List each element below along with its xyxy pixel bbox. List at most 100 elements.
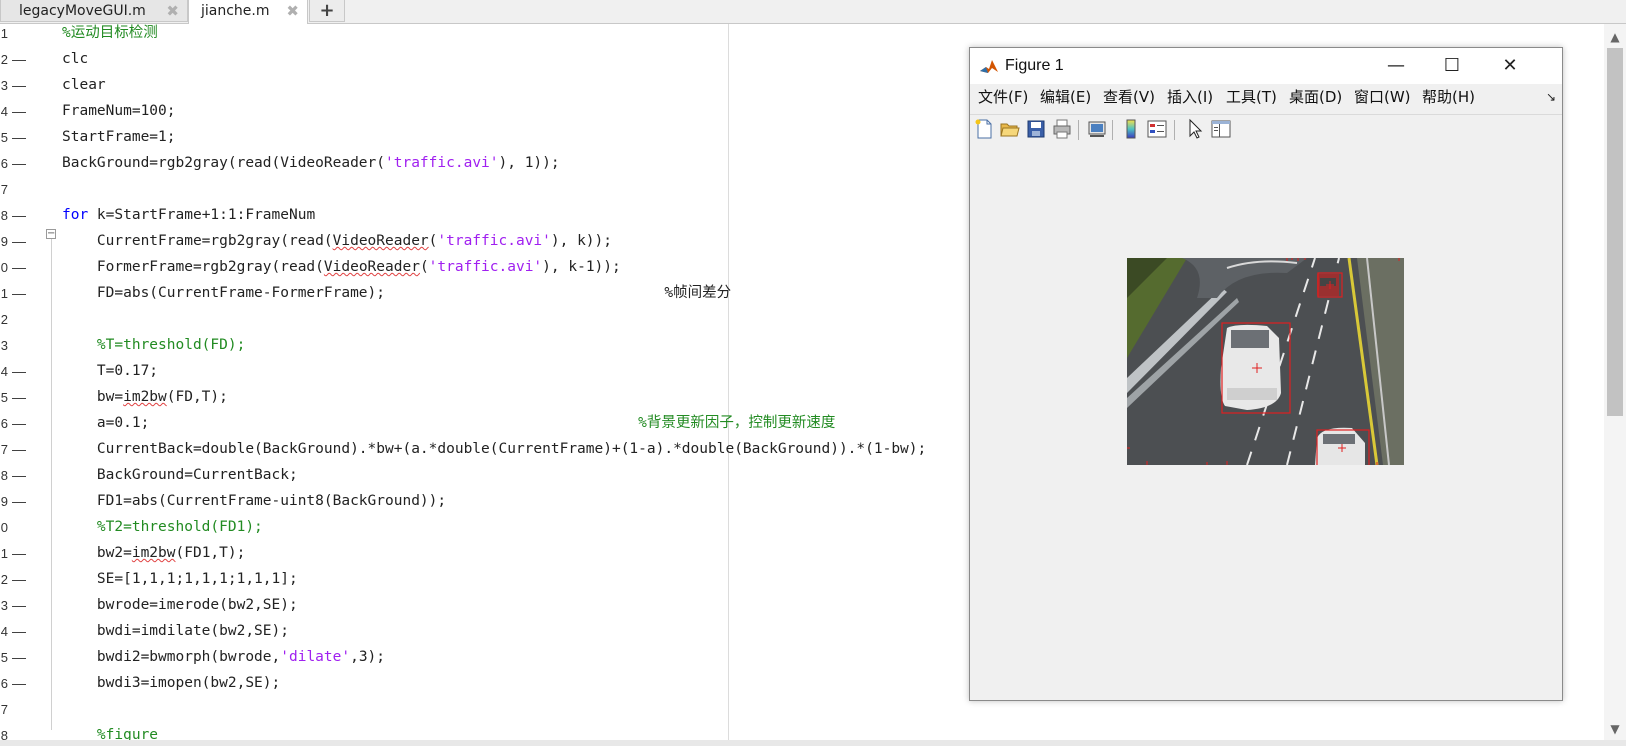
menu-edit[interactable]: 编辑(E) xyxy=(1040,84,1091,110)
figure-axes-area[interactable] xyxy=(970,145,1562,700)
code-line[interactable]: 3 — clear xyxy=(0,73,1000,98)
code-token: CurrentFrame=rgb2gray(read( xyxy=(62,233,333,249)
legend-icon[interactable] xyxy=(1146,118,1168,140)
code-line[interactable]: 0 — FormerFrame=rgb2gray(read(VideoReader… xyxy=(0,255,1000,280)
code-line[interactable]: 7 — CurrentBack=double(BackGround).*bw+(a… xyxy=(0,437,1000,462)
code-line[interactable]: 5 — bwdi2=bwmorph(bwrode,'dilate',3); xyxy=(0,645,1000,670)
breakpoint-marker[interactable]: — xyxy=(12,73,26,98)
code-token: 'traffic.avi' xyxy=(437,233,551,249)
minimize-button[interactable]: — xyxy=(1368,48,1424,84)
code-line[interactable]: 8 — for k=StartFrame+1:1:FrameNum xyxy=(0,203,1000,228)
link-plot-icon[interactable] xyxy=(1086,118,1108,140)
code-line[interactable]: 9 — FD1=abs(CurrentFrame-uint8(BackGround… xyxy=(0,489,1000,514)
code-text: %T=threshold(FD); xyxy=(62,333,245,358)
save-icon[interactable] xyxy=(1025,118,1047,140)
menu-overflow-icon[interactable]: ↘ xyxy=(1546,84,1556,110)
menu-file[interactable]: 文件(F) xyxy=(978,84,1028,110)
breakpoint-marker[interactable]: — xyxy=(12,645,26,670)
print-icon[interactable] xyxy=(1051,118,1073,140)
code-line[interactable]: 3 %T=threshold(FD); xyxy=(0,333,1000,358)
menu-insert[interactable]: 插入(I) xyxy=(1167,84,1213,110)
code-line[interactable]: 7 xyxy=(0,697,1000,722)
open-icon[interactable] xyxy=(999,118,1021,140)
menu-tools[interactable]: 工具(T) xyxy=(1226,84,1277,110)
code-token: FD1=abs(CurrentFrame-uint8(BackGround)); xyxy=(62,493,447,509)
breakpoint-marker[interactable]: — xyxy=(12,671,26,696)
code-token: bw2= xyxy=(62,545,132,561)
code-token: %T=threshold(FD); xyxy=(62,337,246,353)
code-token: (FD,T); xyxy=(166,389,228,405)
code-line[interactable]: 3 — bwrode=imerode(bw2,SE); xyxy=(0,593,1000,618)
scroll-thumb[interactable] xyxy=(1607,48,1623,416)
code-line[interactable]: 4 — bwdi=imdilate(bw2,SE); xyxy=(0,619,1000,644)
code-token: BackGround=CurrentBack; xyxy=(62,467,298,483)
code-line[interactable]: 9 — CurrentFrame=rgb2gray(read(VideoReade… xyxy=(0,229,1000,254)
breakpoint-marker[interactable]: — xyxy=(12,567,26,592)
breakpoint-marker[interactable]: — xyxy=(12,411,26,436)
scroll-down-icon[interactable]: ▼ xyxy=(1604,720,1626,738)
breakpoint-marker[interactable]: — xyxy=(12,463,26,488)
code-text: a=0.1; %背景更新因子，控制更新速度 xyxy=(62,411,836,436)
code-line[interactable]: 2 — SE=[1,1,1;1,1,1;1,1,1]; xyxy=(0,567,1000,592)
code-line[interactable]: 2 xyxy=(0,307,1000,332)
code-line[interactable]: 5 — StartFrame=1; xyxy=(0,125,1000,150)
breakpoint-marker[interactable]: — xyxy=(12,255,26,280)
code-line[interactable]: 1 — bw2=im2bw(FD1,T); xyxy=(0,541,1000,566)
code-line[interactable]: 7 xyxy=(0,177,1000,202)
select-pointer-icon[interactable] xyxy=(1184,118,1206,140)
code-line[interactable]: 6 — bwdi3=imopen(bw2,SE); xyxy=(0,671,1000,696)
breakpoint-marker[interactable]: — xyxy=(12,125,26,150)
code-line[interactable]: 4 — FrameNum=100; xyxy=(0,99,1000,124)
breakpoint-marker[interactable]: — xyxy=(12,541,26,566)
figure-window[interactable]: Figure 1 — ☐ ✕ 文件(F) 编辑(E) 查看(V) 插入(I) 工… xyxy=(969,47,1563,701)
new-figure-icon[interactable] xyxy=(973,118,995,140)
menu-view[interactable]: 查看(V) xyxy=(1103,84,1155,110)
breakpoint-marker[interactable]: — xyxy=(12,229,26,254)
close-icon[interactable]: ✖ xyxy=(286,0,299,22)
add-tab-button[interactable]: + xyxy=(309,0,345,22)
code-line[interactable]: 6 — BackGround=rgb2gray(read(VideoReader('… xyxy=(0,151,1000,176)
breakpoint-marker[interactable]: — xyxy=(12,593,26,618)
horizontal-scrollbar[interactable] xyxy=(0,740,1626,746)
toolbar-separator xyxy=(1112,120,1113,140)
colorbar-icon[interactable] xyxy=(1120,118,1142,140)
code-line[interactable]: 2 — clc xyxy=(0,47,1000,72)
code-token: bwdi3=imopen(bw2,SE); xyxy=(62,675,281,691)
menu-window[interactable]: 窗口(W) xyxy=(1354,84,1411,110)
close-icon[interactable]: ✖ xyxy=(166,0,179,22)
code-line[interactable]: 4 — T=0.17; xyxy=(0,359,1000,384)
code-line[interactable]: 1 %运动目标检测 xyxy=(0,24,1000,46)
close-button[interactable]: ✕ xyxy=(1482,48,1538,84)
breakpoint-marker[interactable]: — xyxy=(12,359,26,384)
breakpoint-marker[interactable]: — xyxy=(12,385,26,410)
code-line[interactable]: 1 — FD=abs(CurrentFrame-FormerFrame); %帧间… xyxy=(0,281,1000,306)
line-number: 9 xyxy=(0,494,8,509)
code-line[interactable]: 5 — bw=im2bw(FD,T); xyxy=(0,385,1000,410)
breakpoint-marker[interactable]: — xyxy=(12,619,26,644)
code-line[interactable]: 8 %figure xyxy=(0,723,1000,740)
vertical-scrollbar[interactable]: ▲ ▼ xyxy=(1604,24,1626,740)
breakpoint-marker[interactable]: — xyxy=(12,99,26,124)
menu-help[interactable]: 帮助(H) xyxy=(1422,84,1475,110)
code-token: clc xyxy=(62,51,89,67)
breakpoint-marker[interactable]: — xyxy=(12,437,26,462)
figure-title-bar[interactable]: Figure 1 — ☐ ✕ xyxy=(970,48,1562,84)
code-line[interactable]: 8 — BackGround=CurrentBack; xyxy=(0,463,1000,488)
code-line[interactable]: 6 — a=0.1; %背景更新因子，控制更新速度 xyxy=(0,411,1000,436)
code-text: SE=[1,1,1;1,1,1;1,1,1]; xyxy=(62,567,298,592)
line-number: 6 xyxy=(0,156,8,171)
breakpoint-marker[interactable]: — xyxy=(12,47,26,72)
property-editor-icon[interactable] xyxy=(1210,118,1232,140)
breakpoint-marker[interactable]: — xyxy=(12,281,26,306)
menu-desktop[interactable]: 桌面(D) xyxy=(1289,84,1342,110)
breakpoint-marker[interactable]: — xyxy=(12,203,26,228)
code-token: =0.1; xyxy=(105,415,150,431)
scroll-up-icon[interactable]: ▲ xyxy=(1604,28,1626,46)
tab-legacymovegui[interactable]: legacyMoveGUI.m ✖ xyxy=(0,0,188,22)
tab-jianche[interactable]: jianche.m ✖ xyxy=(188,0,308,24)
code-line[interactable]: 0 %T2=threshold(FD1); xyxy=(0,515,1000,540)
breakpoint-marker[interactable]: — xyxy=(12,151,26,176)
breakpoint-marker[interactable]: — xyxy=(12,489,26,514)
line-number: 3 xyxy=(0,598,8,613)
maximize-button[interactable]: ☐ xyxy=(1424,48,1480,84)
